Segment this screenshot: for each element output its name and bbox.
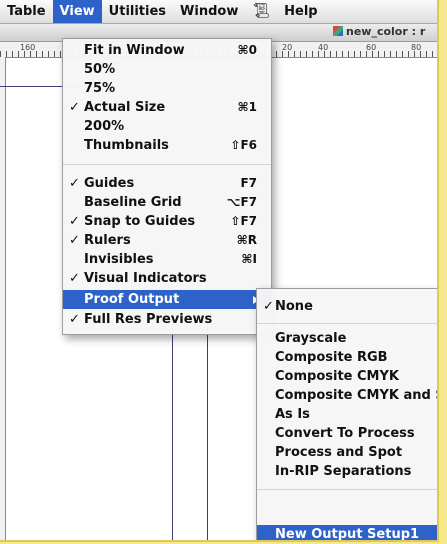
menu-item-label: 50% <box>84 62 116 77</box>
menu-utilities[interactable]: Utilities <box>102 0 173 23</box>
submenu-item-label: Composite CMYK and Spot <box>275 388 437 403</box>
menu-item-label: Visual Indicators <box>84 271 207 286</box>
menu-item-label: Fit in Window <box>84 43 185 58</box>
submenu-item-label: Composite RGB <box>275 350 388 365</box>
vertical-guide[interactable] <box>172 318 173 540</box>
menu-window[interactable]: Window <box>173 0 245 23</box>
menu-item-200[interactable]: 200% <box>63 117 271 136</box>
check-icon: ✓ <box>69 312 80 327</box>
submenu-item-label: None <box>275 299 313 314</box>
menu-item-shortcut: ⌘0 <box>237 43 257 57</box>
document-icon <box>333 26 343 36</box>
menu-item-label: 200% <box>84 119 125 134</box>
menu-item-visual-indicators[interactable]: ✓ Visual Indicators <box>63 269 271 288</box>
app-window: Table View Utilities Window 📜︎ Help new_… <box>0 0 439 542</box>
check-icon: ✓ <box>263 299 274 314</box>
menu-item-label: Actual Size <box>84 100 166 115</box>
menu-item-label: Full Res Previews <box>84 312 213 327</box>
submenu-item-convert-to-process[interactable]: Convert To Process <box>257 424 437 443</box>
menu-help[interactable]: Help <box>277 0 324 23</box>
menu-item-50[interactable]: 50% <box>63 60 271 79</box>
check-icon: ✓ <box>69 271 80 286</box>
submenu-item-none[interactable]: ✓ None <box>257 297 437 316</box>
menu-item-rulers[interactable]: ✓ Rulers ⌘R <box>63 231 271 250</box>
submenu-item-composite-cmyk-spot[interactable]: Composite CMYK and Spot <box>257 386 437 405</box>
submenu-item-new-output-setup1[interactable]: New Output Setup1 <box>257 525 437 542</box>
submenu-item-in-rip-separations[interactable]: In-RIP Separations <box>257 462 437 481</box>
submenu-item-composite-cmyk[interactable]: Composite CMYK <box>257 367 437 386</box>
menu-separator <box>257 323 437 324</box>
vertical-guide[interactable] <box>207 318 208 540</box>
submenu-item-label: Process and Spot <box>275 445 403 460</box>
check-icon: ✓ <box>69 100 80 115</box>
menu-item-shortcut: ⌘1 <box>237 100 257 114</box>
menu-item-75[interactable]: 75% <box>63 79 271 98</box>
check-icon: ✓ <box>69 214 80 229</box>
check-icon: ✓ <box>69 233 80 248</box>
menu-item-label: Invisibles <box>84 252 154 267</box>
menu-item-shortcut: ⌘R <box>236 233 257 247</box>
submenu-item-label: As Is <box>275 407 310 422</box>
menu-item-label: Rulers <box>84 233 131 248</box>
vertical-ruler[interactable] <box>0 57 6 540</box>
submenu-item-label: Grayscale <box>275 331 347 346</box>
proof-output-submenu: ✓ None Grayscale Composite RGB Composite… <box>256 288 437 542</box>
document-title-text: new_color : r <box>346 25 426 38</box>
menu-view[interactable]: View <box>52 0 102 23</box>
menu-separator <box>63 164 271 165</box>
menu-item-label: Proof Output <box>84 292 180 307</box>
menu-bar: Table View Utilities Window 📜︎ Help <box>0 0 437 24</box>
submenu-item-grayscale[interactable]: Grayscale <box>257 329 437 348</box>
menu-item-label: Guides <box>84 176 135 191</box>
menu-item-label: Baseline Grid <box>84 195 182 210</box>
menu-item-actual-size[interactable]: ✓ Actual Size ⌘1 <box>63 98 271 117</box>
view-menu: Fit in Window ⌘0 50% 75% ✓ Actual Size ⌘… <box>62 38 272 335</box>
menu-item-fit-in-window[interactable]: Fit in Window ⌘0 <box>63 41 271 60</box>
menu-item-baseline-grid[interactable]: Baseline Grid ⌥F7 <box>63 193 271 212</box>
submenu-item-label: Convert To Process <box>275 426 415 441</box>
menu-item-invisibles[interactable]: Invisibles ⌘I <box>63 250 271 269</box>
document-title: new_color : r <box>333 25 425 38</box>
menu-item-label: 75% <box>84 81 116 96</box>
submenu-item-composite-rgb[interactable]: Composite RGB <box>257 348 437 367</box>
submenu-item-label: New Output Setup1 <box>275 527 420 542</box>
submenu-item-label: In-RIP Separations <box>275 464 412 479</box>
menu-item-shortcut: F7 <box>240 176 257 190</box>
menu-item-snap-to-guides[interactable]: ✓ Snap to Guides ⇧F7 <box>63 212 271 231</box>
menu-table[interactable]: Table <box>0 0 53 23</box>
menu-item-thumbnails[interactable]: Thumbnails ⇧F6 <box>63 136 271 155</box>
menu-item-guides[interactable]: ✓ Guides F7 <box>63 174 271 193</box>
submenu-item-process-and-spot[interactable]: Process and Spot <box>257 443 437 462</box>
menu-item-shortcut: ⌥F7 <box>226 195 257 209</box>
menu-item-label: Snap to Guides <box>84 214 196 229</box>
menu-item-shortcut: ⇧F6 <box>230 138 257 152</box>
menu-item-full-res-previews[interactable]: ✓ Full Res Previews <box>63 310 271 329</box>
menu-item-shortcut: ⌘I <box>241 252 257 266</box>
menu-item-shortcut: ⇧F7 <box>230 214 257 228</box>
menu-item-label: Thumbnails <box>84 138 169 153</box>
submenu-item-label: Composite CMYK <box>275 369 399 384</box>
menu-separator <box>257 489 437 490</box>
menu-item-proof-output[interactable]: Proof Output <box>63 290 271 309</box>
check-icon: ✓ <box>69 176 80 191</box>
scroll-icon[interactable]: 📜︎ <box>245 0 277 23</box>
submenu-item-as-is[interactable]: As Is <box>257 405 437 424</box>
